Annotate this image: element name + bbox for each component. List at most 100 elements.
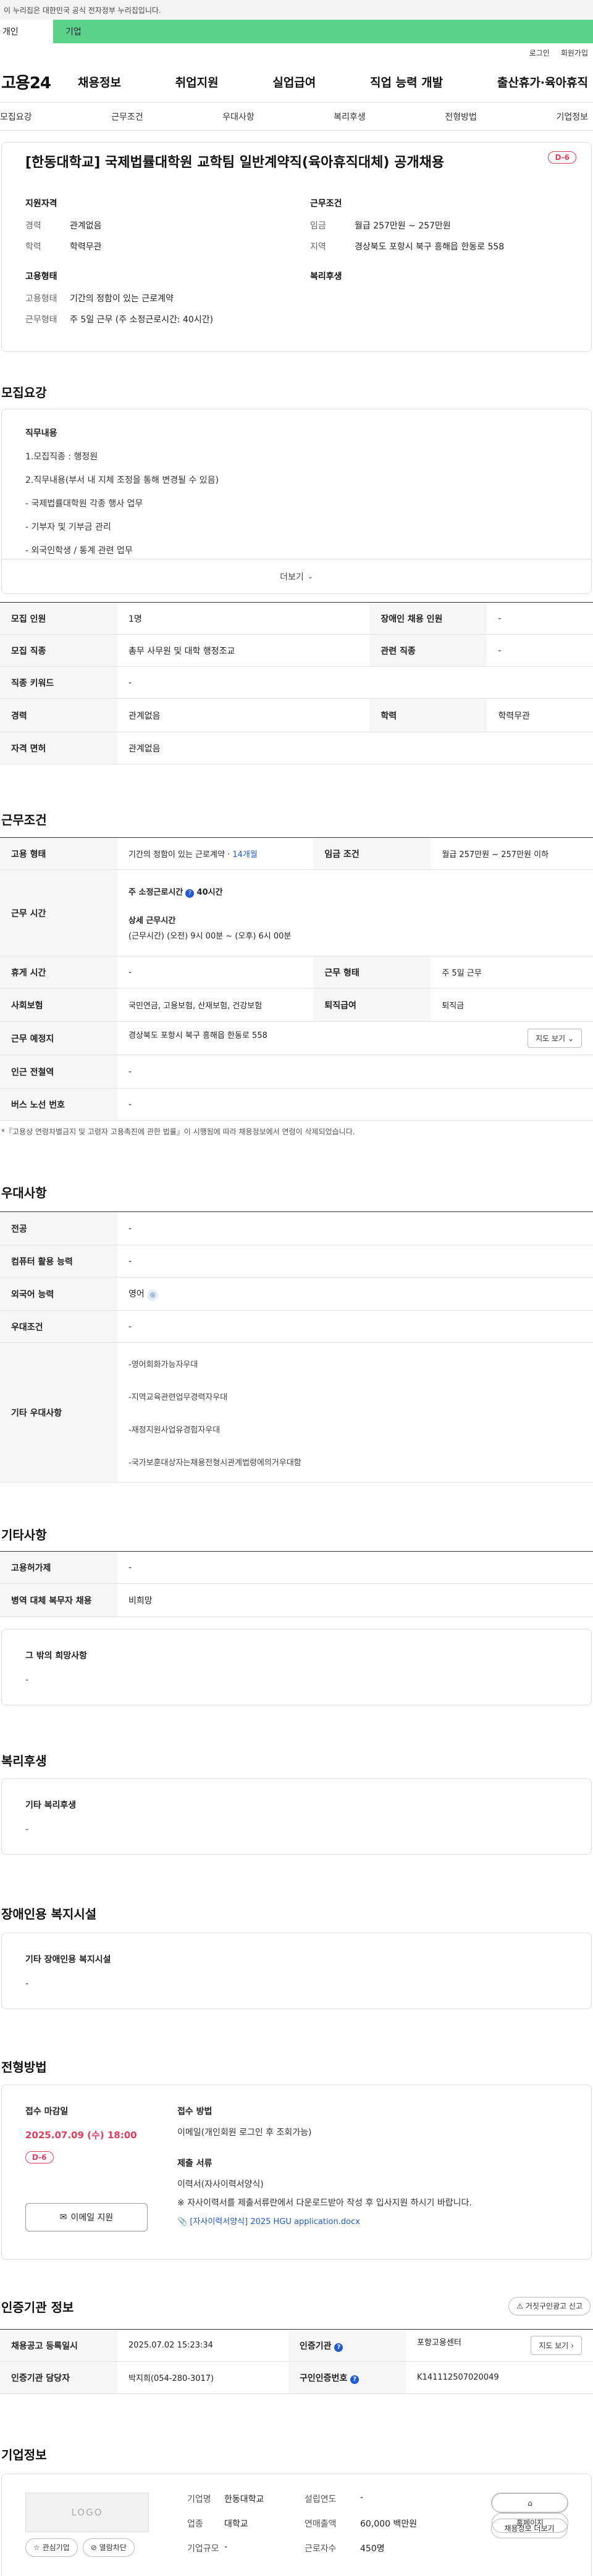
extra-wish-box: 그 밖의 희망사항 - — [1, 1629, 592, 1705]
section-title-agency: 인증기관 정보 — [1, 2299, 74, 2315]
site-logo[interactable]: 고용24 — [0, 70, 78, 93]
label: 근무 형태 — [313, 956, 431, 989]
menu-skill-development[interactable]: 직업 능력 개발 — [370, 73, 443, 90]
more-button[interactable]: 더보기 ⌄ — [2, 559, 591, 593]
info-icon[interactable]: ◎ — [147, 1289, 159, 1301]
dday-badge: D-6 — [548, 151, 576, 164]
label: 학력 — [25, 242, 41, 252]
anchor-welfare[interactable]: 복리후생 — [334, 111, 366, 123]
company-info-grid: 기업명 한동대학교 설립연도 - 업종 대학교 연매출액 60,000 백만원 … — [187, 2493, 453, 2557]
label: 사회보험 — [0, 988, 117, 1022]
label: 병역 대체 복무자 채용 — [0, 1583, 117, 1617]
signup-link[interactable]: 회원가입 — [561, 48, 588, 58]
label: 설립연도 — [305, 2494, 337, 2504]
more-label: 더보기 — [280, 572, 304, 582]
interest-company-button[interactable]: ☆ 관심기업 — [25, 2538, 78, 2557]
label: 인근 전철역 — [0, 1055, 117, 1089]
section-title-selection: 전형방법 — [1, 2060, 47, 2075]
value: 포항고용센터 — [417, 2338, 461, 2348]
label: 모집 직종 — [0, 634, 117, 667]
label: 채용공고 등록일시 — [0, 2329, 117, 2362]
label: 기업명 — [187, 2494, 211, 2504]
label: 경력 — [25, 221, 41, 231]
chevron-right-icon: › — [571, 2341, 574, 2350]
label: 기업규모 — [187, 2544, 219, 2554]
value: - — [117, 1088, 593, 1121]
section-title-company: 기업정보 — [1, 2448, 47, 2462]
menu-unemployment-benefit[interactable]: 실업급여 — [272, 73, 316, 90]
info-icon[interactable]: ? — [185, 889, 195, 898]
block-view-button[interactable]: ⊘ 열람차단 — [82, 2538, 135, 2557]
attachment-link[interactable]: 📎 [자사이력서양식] 2025 HGU application.docx — [177, 2215, 568, 2227]
value: 60,000 백만원 — [360, 2519, 418, 2529]
weekly-hours-value: 40시간 — [196, 887, 223, 897]
label: 인증기관 — [300, 2341, 332, 2351]
value: - — [117, 1310, 593, 1343]
dday-badge: D-6 — [25, 2151, 54, 2164]
docs-note: ※ 자사이력서를 제출서류란에서 다운로드받아 작성 후 입사지원 하시기 바랍… — [177, 2198, 472, 2208]
label: 지역 — [310, 242, 326, 252]
map-button[interactable]: 지도 보기 ⌄ — [528, 1029, 582, 1048]
value: 관계없음 — [117, 732, 593, 764]
value: 한동대학교 — [224, 2494, 264, 2504]
value: 주 5일 근무 (주 소정근로시간: 40시간) — [70, 315, 214, 325]
job-summary-card: [한동대학교] 국제법률대학원 교학팀 일반계약직(육아휴직대체) 공개채용 D… — [1, 142, 592, 352]
menu-employment-support[interactable]: 취업지원 — [175, 73, 219, 90]
agency-map-button[interactable]: 지도 보기 › — [531, 2336, 582, 2355]
disabled-heading: 기타 장애인용 복지시설 — [25, 1955, 111, 1965]
email-apply-button[interactable]: ✉ 이메일 지원 — [25, 2203, 148, 2231]
value: - — [487, 602, 593, 635]
section-title-other: 기타사항 — [1, 1528, 47, 1542]
welfare-heading: 기타 복리후생 — [25, 1800, 77, 1810]
label: 버스 노선 번호 — [0, 1088, 117, 1121]
tab-company[interactable]: 기업 — [53, 20, 593, 43]
section-title-preference: 우대사항 — [1, 1186, 47, 1200]
anchor-conditions[interactable]: 근무조건 — [111, 111, 143, 123]
value: - — [360, 2493, 364, 2503]
tab-personal[interactable]: 개인 — [0, 20, 53, 43]
anchor-recruit[interactable]: 모집요강 — [0, 111, 32, 123]
company-logo: LOGO — [25, 2493, 149, 2532]
menu-jobs[interactable]: 채용정보 — [78, 73, 121, 90]
extra-heading: 그 밖의 희망사항 — [25, 1651, 87, 1661]
label: 기타 우대사항 — [0, 1342, 117, 1482]
docs-heading: 제출 서류 — [177, 2159, 212, 2168]
anchor-company[interactable]: 기업정보 — [556, 111, 588, 123]
value: 관계없음 — [117, 698, 370, 732]
chevron-down-icon: ⌄ — [567, 1034, 574, 1043]
anchor-preference[interactable]: 우대사항 — [222, 111, 254, 123]
detail-line: 2.직무내용(부서 내 지체 조정을 통해 변경될 수 있음) — [25, 475, 219, 485]
site-tabs: 개인 기업 — [0, 20, 593, 43]
label: 관련 직종 — [369, 634, 487, 667]
docs-line: 이력서(자사이력서양식) — [177, 2180, 264, 2189]
preference-table: 전공 - 컴퓨터 활용 능력 - 외국어 능력 영어 ◎ 우대조건 - 기타 우… — [0, 1211, 593, 1482]
value: 경상북도 포항시 북구 흥해읍 한동로 558 — [128, 1031, 267, 1040]
mail-icon: ✉ — [59, 2212, 67, 2222]
detail-line: - 기부자 및 기부금 관리 — [25, 522, 111, 532]
label: 모집 인원 — [0, 602, 117, 635]
label: 근무형태 — [25, 315, 57, 325]
anchor-selection[interactable]: 전형방법 — [445, 111, 477, 123]
detail-hours-heading: 상세 근무시간 — [128, 916, 176, 926]
map-label: 지도 보기 — [539, 2341, 569, 2350]
homepage-button[interactable]: ⌂ 홈페이지 — [491, 2493, 568, 2533]
star-icon: ☆ — [33, 2543, 40, 2552]
value: 경상북도 포항시 북구 흥해읍 한동로 558 — [355, 242, 505, 252]
info-icon[interactable]: ? — [334, 2343, 343, 2352]
menu-parental-leave[interactable]: 출산휴가·육아휴직 — [497, 73, 588, 90]
label: 외국어 능력 — [0, 1277, 117, 1311]
label: 고용형태 — [25, 294, 57, 304]
other-table: 고용허가제 - 병역 대체 복무자 채용 비희망 — [0, 1551, 593, 1617]
value: 1명 — [117, 602, 370, 635]
value: 기간의 정함이 있는 근로계약 — [70, 294, 174, 304]
value: 총무 사무원 및 대학 행정조교 — [117, 634, 370, 667]
label: 우대조건 — [0, 1310, 117, 1343]
more-jobs-button[interactable]: 채용정보 더보기 — [491, 2519, 568, 2538]
report-fake-ad-button[interactable]: ⚠ 거짓구인광고 신고 — [508, 2297, 591, 2315]
global-nav: 고용24 채용정보 취업지원 실업급여 직업 능력 개발 출산휴가·육아휴직 — [0, 62, 593, 102]
conditions-table: 고용 형태 기간의 정함이 있는 근로계약 · 14개월 임금 조건 월급 25… — [0, 837, 593, 1121]
info-icon[interactable]: ? — [350, 2375, 360, 2384]
login-link[interactable]: 로그인 — [529, 48, 550, 58]
deadline-heading: 접수 마감일 — [25, 2107, 69, 2117]
value: 국민연금, 고용보험, 산재보험, 건강보험 — [117, 988, 314, 1022]
